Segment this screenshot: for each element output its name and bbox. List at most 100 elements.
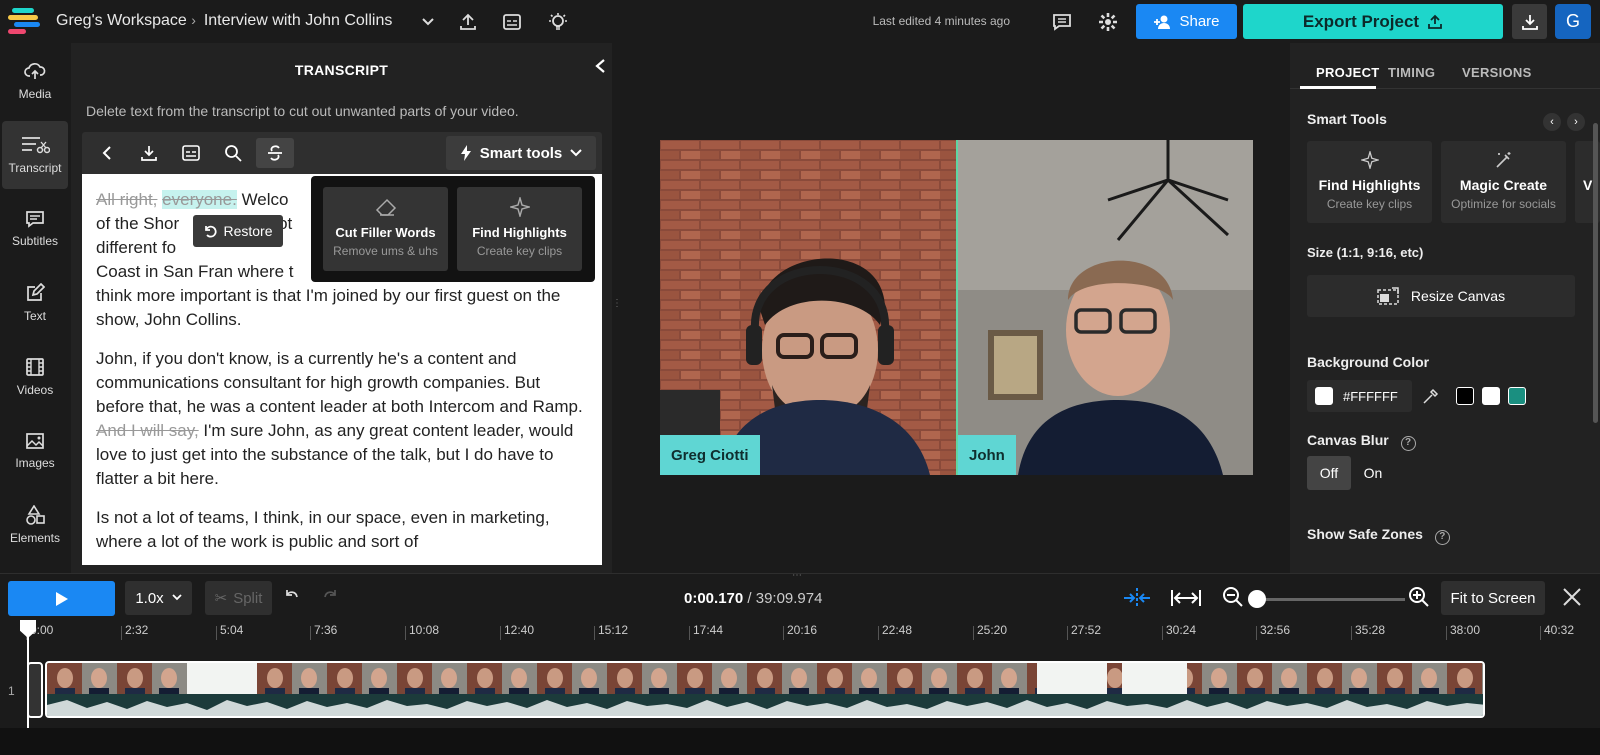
sidebar-item-subtitles[interactable]: Subtitles (2, 195, 68, 263)
sidebar-item-transcript[interactable]: Transcript (2, 121, 68, 189)
video-clip[interactable] (45, 661, 1485, 718)
sidebar-item-videos[interactable]: Videos (2, 343, 68, 411)
tab-timing[interactable]: TIMING (1388, 65, 1435, 80)
ruler-tick: 38:00 (1445, 623, 1481, 640)
search-button[interactable] (214, 138, 252, 168)
panel-title: TRANSCRIPT (294, 62, 389, 78)
preset-color-teal[interactable] (1508, 387, 1526, 405)
zoom-slider-handle[interactable] (1248, 590, 1266, 608)
smart-tools-button[interactable]: Smart tools (446, 136, 596, 170)
strikethrough-button[interactable] (256, 138, 294, 168)
safe-zones-heading: Show Safe Zones (1307, 526, 1423, 542)
find-highlights-option[interactable]: Find Highlights Create key clips (457, 187, 582, 271)
undo-icon (205, 225, 217, 238)
zoom-slider-track[interactable] (1255, 598, 1405, 601)
snap-icon[interactable] (1122, 586, 1152, 610)
sidebar-item-elements[interactable]: Elements (2, 491, 68, 559)
fit-to-screen-button[interactable]: Fit to Screen (1441, 581, 1545, 615)
properties-tabs: PROJECT TIMING VERSIONS (1290, 43, 1600, 89)
timeline-controls: ⋯ 1.0x ✂ Split 0:00.170 / 39:09.974 Fit … (0, 570, 1600, 623)
workspace-link[interactable]: Greg's Workspace (56, 12, 187, 29)
person-left-image (660, 140, 956, 475)
chevron-down-icon[interactable] (416, 10, 440, 34)
chevron-left-icon (102, 146, 111, 160)
video-preview[interactable]: Greg Ciotti John (660, 140, 1253, 475)
tab-versions[interactable]: VERSIONS (1462, 65, 1532, 80)
upload-icon[interactable] (456, 10, 480, 34)
deleted-word[interactable]: And I will say, (96, 421, 199, 440)
download-button[interactable] (1512, 4, 1547, 39)
gear-icon[interactable] (1096, 10, 1120, 34)
collapse-panel-button[interactable] (589, 55, 611, 77)
fit-width-icon[interactable] (1170, 586, 1202, 610)
project-title[interactable]: Interview with John Collins (204, 12, 393, 29)
restore-button[interactable]: Restore (193, 215, 283, 247)
transcript-word[interactable]: think more important is that I'm joined … (96, 286, 560, 329)
panel-resize-handle[interactable]: ⋮ (612, 298, 622, 312)
magic-create-card[interactable]: Magic Create Optimize for socials (1441, 141, 1566, 223)
resize-canvas-button[interactable]: Resize Canvas (1307, 275, 1575, 317)
help-icon[interactable]: ? (1400, 436, 1416, 451)
properties-panel: PROJECT TIMING VERSIONS Smart Tools ‹ › … (1290, 43, 1600, 573)
deleted-word-highlighted[interactable]: everyone. (162, 190, 237, 209)
strikethrough-icon (268, 145, 282, 161)
zoom-in-icon[interactable] (1408, 586, 1432, 610)
ruler-tick: 25:20 (972, 623, 1008, 640)
video-pane-left: Greg Ciotti (660, 140, 956, 475)
transcript-word[interactable]: different fo (96, 238, 176, 257)
transcript-word[interactable]: John, if you don't know, is a currently … (96, 349, 583, 416)
download-icon (141, 146, 157, 161)
preset-color-white[interactable] (1482, 387, 1500, 405)
help-icon[interactable]: ? (1434, 530, 1450, 545)
deleted-word[interactable]: All right, (96, 190, 157, 209)
find-highlights-card[interactable]: Find Highlights Create key clips (1307, 141, 1432, 223)
chevron-left-icon (595, 59, 605, 73)
blur-on-toggle[interactable]: On (1351, 456, 1395, 490)
timeline-resize-handle[interactable]: ⋯ (792, 570, 802, 581)
tab-project[interactable]: PROJECT (1316, 65, 1380, 80)
blur-off-toggle[interactable]: Off (1307, 456, 1351, 490)
split-label: Split (233, 589, 263, 607)
split-button[interactable]: ✂ Split (205, 581, 272, 615)
transcript-word[interactable]: of the Shor (96, 214, 179, 233)
app-logo[interactable] (8, 8, 44, 34)
download-transcript-button[interactable] (130, 138, 168, 168)
timeline-ruler[interactable]: 0:00 2:32 5:04 7:36 10:08 12:40 15:12 17… (0, 623, 1600, 648)
ruler-tick: 7:36 (309, 623, 338, 640)
sidebar-item-media[interactable]: Media (2, 47, 68, 115)
transcript-word[interactable]: Welco (242, 190, 289, 209)
scroll-left-button[interactable]: ‹ (1543, 113, 1561, 131)
transcript-word[interactable]: Is not a lot of teams, I think, in our s… (96, 508, 550, 551)
sidebar-item-label: Elements (9, 531, 61, 545)
background-color-input[interactable]: #FFFFFF (1307, 380, 1412, 412)
avatar[interactable]: G (1555, 4, 1591, 39)
panel-scrollbar[interactable] (1593, 123, 1598, 423)
preset-color-black[interactable] (1456, 387, 1474, 405)
lightbulb-icon[interactable] (546, 10, 570, 34)
sidebar-item-text[interactable]: Text (2, 269, 68, 337)
cut-filler-words-option[interactable]: Cut Filler Words Remove ums & uhs (323, 187, 448, 271)
captions-button[interactable] (172, 138, 210, 168)
play-button[interactable] (8, 581, 115, 616)
comment-icon[interactable] (1050, 10, 1074, 34)
zoom-out-icon[interactable] (1222, 586, 1246, 610)
scroll-right-button[interactable]: › (1567, 113, 1585, 131)
transcript-word[interactable]: Coast in San Fran where t (96, 262, 293, 281)
captions-icon[interactable] (500, 10, 524, 34)
share-button[interactable]: Share (1136, 4, 1237, 39)
last-edited-status: Last edited 4 minutes ago (872, 14, 1010, 28)
transcript-paragraph[interactable]: Is not a lot of teams, I think, in our s… (96, 506, 590, 554)
playback-speed-select[interactable]: 1.0x (125, 581, 192, 615)
redo-icon[interactable] (322, 588, 342, 608)
eyedropper-icon[interactable] (1422, 387, 1442, 407)
undo-icon[interactable] (284, 588, 304, 608)
close-icon[interactable] (1562, 587, 1584, 609)
back-button[interactable] (88, 138, 126, 168)
sidebar-item-images[interactable]: Images (2, 417, 68, 485)
sidebar-item-label: Text (23, 309, 46, 323)
ruler-tick: 5:04 (215, 623, 244, 640)
export-project-button[interactable]: Export Project (1243, 4, 1503, 39)
transcript-paragraph[interactable]: John, if you don't know, is a currently … (96, 347, 590, 491)
transcript-hint: Delete text from the transcript to cut o… (86, 103, 519, 119)
clip-start-handle[interactable] (27, 662, 43, 718)
